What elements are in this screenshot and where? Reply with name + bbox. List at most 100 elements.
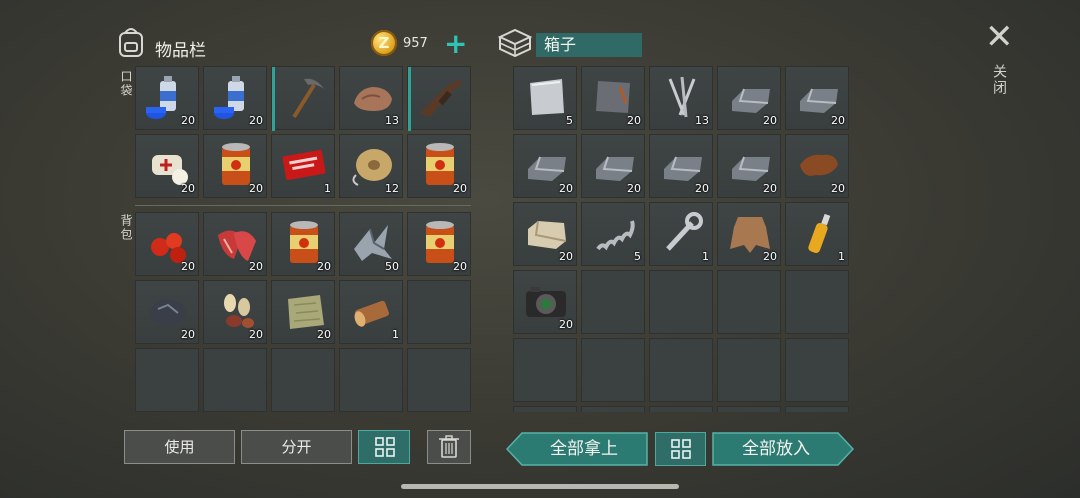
item-quantity: 1 [702,250,709,263]
pocket-slot[interactable]: 20 [203,66,267,130]
chest-slot[interactable]: 1 [649,202,713,266]
chest-slot[interactable]: 13 [649,66,713,130]
sort-inventory-button[interactable] [358,430,410,464]
home-indicator[interactable] [401,484,679,489]
chest-slot[interactable]: 20 [513,202,577,266]
chest-slot[interactable]: 20 [513,134,577,198]
chest-empty-slot[interactable] [649,270,713,334]
backpack-slot[interactable]: 20 [203,280,267,344]
chest-slot[interactable]: 5 [581,202,645,266]
chest-empty-slot[interactable] [785,270,849,334]
sort-chest-button[interactable] [655,432,706,466]
pocket-slot[interactable]: 1 [271,134,335,198]
item-quantity: 20 [249,260,263,273]
wrench-icon [666,212,703,251]
chest-empty-slot[interactable] [785,338,849,402]
item-quantity: 20 [831,182,845,195]
split-button[interactable]: 分开 [241,430,352,464]
close-button[interactable]: ✕ [985,20,1014,54]
item-quantity: 12 [385,182,399,195]
assault-rifle-icon [420,79,462,117]
chest-slot[interactable]: 20 [649,134,713,198]
backpack-empty-slot[interactable] [135,348,199,412]
trash-icon [439,435,459,458]
item-quantity: 20 [559,250,573,263]
pocket-slot[interactable]: 20 [135,66,199,130]
chest-empty-slot[interactable] [581,406,645,412]
backpack-slot[interactable]: 20 [271,280,335,344]
pickaxe-icon [292,78,324,119]
pocket-slot[interactable]: 12 [339,134,403,198]
pocket-slot[interactable]: 20 [203,134,267,198]
pocket-slot[interactable]: 20 [135,134,199,198]
chest-empty-slot[interactable] [581,338,645,402]
backpack-slot[interactable]: 20 [135,280,199,344]
chest-empty-slot[interactable] [581,270,645,334]
aluminum-sheet-icon [530,79,564,115]
pocket-slot[interactable]: 13 [339,66,403,130]
chest-grid-viewport[interactable]: 5 20 13 20 20 20 20 20 20 20 20 5 1 20 1 20 [513,66,849,412]
chest-empty-slot[interactable] [717,406,781,412]
bottle-icon [808,213,831,254]
item-quantity: 20 [559,318,573,331]
chest-slot[interactable]: 20 [785,134,849,198]
backpack-empty-slot[interactable] [407,348,471,412]
trash-button[interactable] [427,430,471,464]
item-quantity: 20 [831,114,845,127]
take-all-button[interactable]: 全部拿上 [506,432,648,466]
chest-empty-slot[interactable] [649,338,713,402]
item-quantity: 20 [627,182,641,195]
coin-icon: Z [371,30,397,56]
use-button[interactable]: 使用 [124,430,235,464]
put-all-button[interactable]: 全部放入 [712,432,854,466]
backpack-empty-slot[interactable] [203,348,267,412]
item-quantity: 5 [566,114,573,127]
close-label: 关闭 [991,64,1007,96]
item-quantity: 13 [385,114,399,127]
grid-icon [671,439,691,459]
pocket-slot[interactable] [407,66,471,131]
backpack-empty-slot[interactable] [271,348,335,412]
item-quantity: 20 [627,114,641,127]
backpack-empty-slot[interactable] [339,348,403,412]
chest-slot[interactable]: 20 [785,66,849,130]
item-quantity: 1 [392,328,399,341]
pocket-label: 口袋 [119,70,133,98]
item-quantity: 20 [181,182,195,195]
chest-slot[interactable]: 20 [581,134,645,198]
chest-empty-slot[interactable] [785,406,849,412]
backpack-slot[interactable]: 20 [135,212,199,276]
take-all-label: 全部拿上 [550,439,618,459]
chest-slot[interactable]: 1 [785,202,849,266]
put-all-label: 全部放入 [742,439,810,459]
add-coins-button[interactable]: + [444,30,467,58]
item-quantity: 20 [763,114,777,127]
chest-empty-slot[interactable] [649,406,713,412]
spring-icon [596,220,635,251]
pocket-slot[interactable] [271,66,335,131]
equipped-marker [272,67,275,131]
backpack-slot[interactable]: 20 [203,212,267,276]
chest-slot[interactable]: 20 [717,202,781,266]
chest-empty-slot[interactable] [513,338,577,402]
item-quantity: 20 [453,260,467,273]
chest-slot[interactable]: 5 [513,66,577,130]
item-quantity: 13 [695,114,709,127]
backpack-label: 背包 [119,214,133,242]
backpack-slot[interactable]: 1 [339,280,403,344]
pocket-slot[interactable]: 20 [407,134,471,198]
chest-slot[interactable]: 20 [513,270,577,334]
item-quantity: 20 [317,328,331,341]
chest-empty-slot[interactable] [717,338,781,402]
backpack-empty-slot[interactable] [407,280,471,344]
item-quantity: 20 [559,182,573,195]
backpack-slot[interactable]: 20 [407,212,471,276]
backpack-slot[interactable]: 20 [271,212,335,276]
chest-empty-slot[interactable] [717,270,781,334]
chest-empty-slot[interactable] [513,406,577,412]
chest-slot[interactable]: 20 [717,66,781,130]
item-quantity: 20 [763,250,777,263]
backpack-slot[interactable]: 50 [339,212,403,276]
chest-slot[interactable]: 20 [717,134,781,198]
chest-slot[interactable]: 20 [581,66,645,130]
